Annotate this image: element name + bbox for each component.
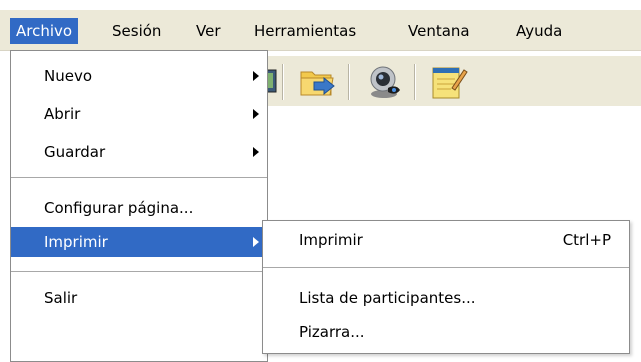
submenu-separator xyxy=(263,267,629,268)
menu-item-label: Imprimir xyxy=(44,233,108,251)
notepad-icon[interactable] xyxy=(428,62,468,102)
submenu-item-label: Lista de participantes... xyxy=(299,289,476,307)
folder-send-icon[interactable] xyxy=(298,62,338,102)
submenu-arrow-icon xyxy=(253,109,259,119)
submenu-item-label: Pizarra... xyxy=(299,323,365,341)
toolbar-separator xyxy=(414,64,416,100)
submenu-item-lista-participantes[interactable]: Lista de participantes... xyxy=(263,283,629,313)
menu-ventana[interactable]: Ventana xyxy=(402,18,476,44)
toolbar xyxy=(261,56,641,106)
menu-item-label: Salir xyxy=(44,289,78,307)
submenu-item-imprimir[interactable]: Imprimir Ctrl+P xyxy=(263,225,629,255)
toolbar-separator xyxy=(282,64,284,100)
menu-sesion[interactable]: Sesión xyxy=(106,18,167,44)
menu-item-salir[interactable]: Salir xyxy=(11,283,267,313)
toolbar-separator xyxy=(348,64,350,100)
menu-herramientas[interactable]: Herramientas xyxy=(248,18,362,44)
menu-ver[interactable]: Ver xyxy=(190,18,227,44)
archivo-dropdown-menu: Nuevo Abrir Guardar Configurar página...… xyxy=(10,50,268,362)
menu-item-label: Configurar página... xyxy=(44,199,194,217)
submenu-item-label: Imprimir xyxy=(299,231,363,249)
menu-bar: Archivo Sesión Ver Herramientas Ventana … xyxy=(0,10,641,51)
menu-item-imprimir[interactable]: Imprimir xyxy=(11,227,267,257)
submenu-item-pizarra[interactable]: Pizarra... xyxy=(263,317,629,347)
menu-item-configurar-pagina[interactable]: Configurar página... xyxy=(11,193,267,223)
menu-item-nuevo[interactable]: Nuevo xyxy=(11,61,267,91)
menu-ayuda[interactable]: Ayuda xyxy=(510,18,568,44)
menu-separator xyxy=(11,271,267,272)
menu-separator xyxy=(11,177,267,178)
menu-archivo[interactable]: Archivo xyxy=(10,18,79,44)
menu-item-label: Guardar xyxy=(44,143,106,161)
submenu-arrow-icon xyxy=(253,71,259,81)
window-top xyxy=(0,0,641,10)
imprimir-submenu: Imprimir Ctrl+P Lista de participantes..… xyxy=(262,220,630,354)
webcam-icon[interactable] xyxy=(364,62,404,102)
menu-item-guardar[interactable]: Guardar xyxy=(11,137,267,167)
submenu-arrow-icon xyxy=(253,237,259,247)
submenu-arrow-icon xyxy=(253,147,259,157)
menu-item-abrir[interactable]: Abrir xyxy=(11,99,267,129)
menu-item-label: Abrir xyxy=(44,105,81,123)
menu-item-label: Nuevo xyxy=(44,67,93,85)
shortcut-label: Ctrl+P xyxy=(562,231,611,249)
